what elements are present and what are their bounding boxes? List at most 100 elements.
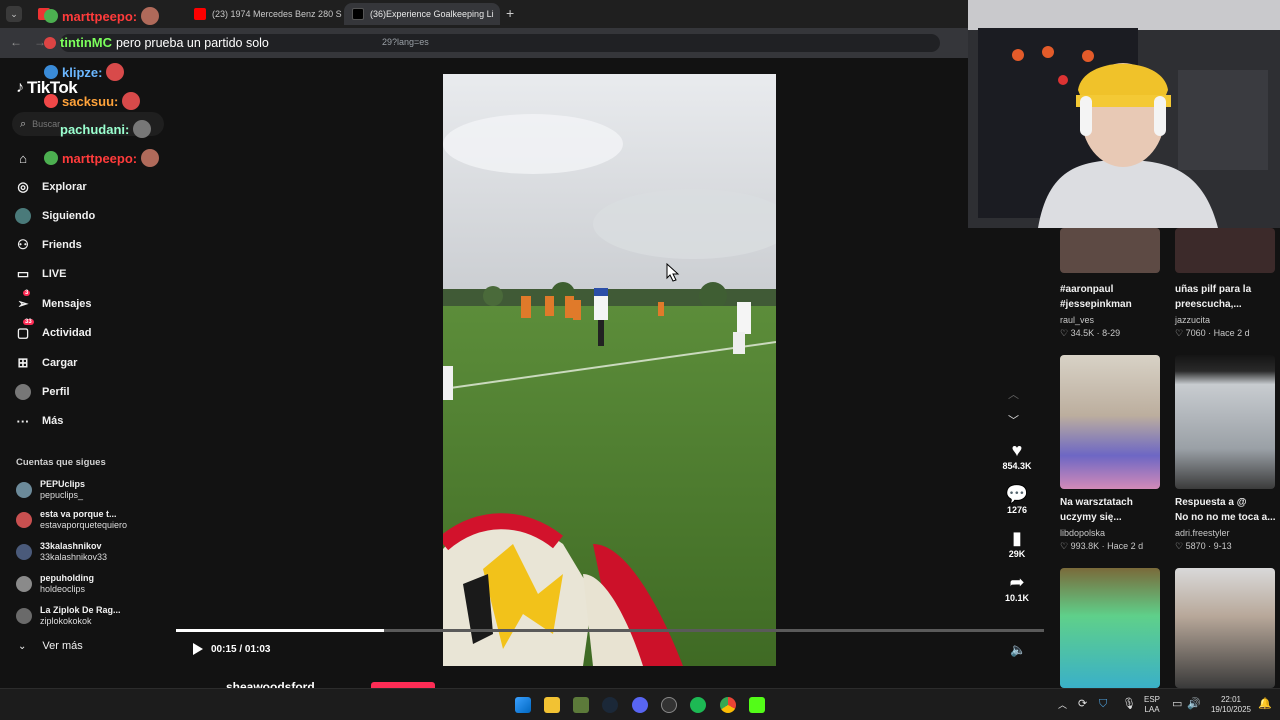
video-title[interactable]: Na warsztatach <box>1060 495 1133 510</box>
sidebar-item-perfil[interactable]: Perfil <box>14 383 70 401</box>
see-more-label: Ver más <box>42 640 83 652</box>
play-button[interactable] <box>191 642 205 656</box>
chat-message: sacksuu: <box>44 92 141 110</box>
video-meta: ♡ 5870 · 9-13 <box>1175 541 1232 551</box>
tiktok-note-icon: ♪ <box>16 79 24 96</box>
comment-icon: 💬 <box>1005 484 1029 504</box>
sidebar-item-actividad[interactable]: ▢ 33 Actividad <box>14 319 92 342</box>
chat-message: pachudani: <box>60 120 152 138</box>
video-author[interactable]: jazzucita <box>1175 315 1210 325</box>
sidebar-item-label: Mensajes <box>42 298 92 310</box>
video-title[interactable]: #aaronpaul <box>1060 282 1113 297</box>
account-name: pepuholding <box>40 573 94 583</box>
video-author[interactable]: raul_ves <box>1060 315 1094 325</box>
messages-badge: 3 <box>23 290 31 296</box>
like-button[interactable]: ♥ 854.3K <box>992 440 1042 471</box>
back-icon[interactable]: ← <box>10 35 22 49</box>
following-account[interactable]: esta va porque t... estavaporquetequiero <box>16 509 127 531</box>
microphone-icon[interactable]: 🎙 <box>1122 699 1136 710</box>
video-author[interactable]: adri.freestyler <box>1175 528 1230 538</box>
sidebar-item-live[interactable]: ▭ LIVE <box>14 265 67 283</box>
sidebar-item-mensajes[interactable]: ➢ 3 Mensajes <box>14 290 92 313</box>
tab-goalkeeping[interactable]: (36)Experience Goalkeeping Li ✕ <box>344 3 500 25</box>
sidebar-item-siguiendo[interactable]: Siguiendo <box>14 207 95 225</box>
sidebar-item-cargar[interactable]: ⊞ Cargar <box>14 354 78 372</box>
comment-button[interactable]: 💬 1276 <box>992 484 1042 515</box>
video-title[interactable]: uczymy się... <box>1060 510 1122 525</box>
chevron-up-icon[interactable]: ︿ <box>1058 700 1067 710</box>
following-account[interactable]: pepuholding holdeoclips <box>16 573 94 595</box>
avatar <box>16 544 32 560</box>
kick-icon[interactable] <box>749 697 765 713</box>
video-thumbnail[interactable] <box>1060 568 1160 688</box>
account-name: PEPUclips <box>40 479 86 489</box>
following-account[interactable]: 33kalashnikov 33kalashnikov33 <box>16 541 107 563</box>
defender-icon[interactable]: ⛉ <box>1099 699 1107 710</box>
chat-message: tintinMC pero prueba un partido solo <box>44 35 269 50</box>
play-icon <box>193 643 203 655</box>
windows-taskbar: ︿ ⟳ ⛉ 🎙 ESP LAA ▭ 🔊 22:01 19/10/2025 🔔 <box>0 688 1280 720</box>
account-name: La Ziplok De Rag... <box>40 605 121 615</box>
file-explorer-icon[interactable] <box>544 697 560 713</box>
avatar <box>16 512 32 528</box>
volume-button[interactable]: 🔈 <box>1010 642 1026 658</box>
tab-mercedes[interactable]: (23) 1974 Mercedes Benz 280 S ✕ <box>186 3 342 25</box>
prev-video-button[interactable]: ︿ <box>1008 386 1019 402</box>
search-placeholder: Buscar <box>32 119 61 129</box>
following-account[interactable]: PEPUclips pepuclips_ <box>16 479 85 501</box>
discord-icon[interactable] <box>632 697 648 713</box>
video-author[interactable]: libdopolska <box>1060 528 1105 538</box>
video-title[interactable]: No no no me toca a... <box>1175 510 1276 525</box>
video-thumbnail[interactable] <box>1060 228 1160 273</box>
post-date: 9-13 <box>1213 541 1232 551</box>
webcam-feed <box>968 0 1280 228</box>
next-video-button[interactable]: ﹀ <box>1008 412 1019 428</box>
video-thumbnail[interactable] <box>1175 355 1275 489</box>
tiktok-icon <box>352 8 364 20</box>
video-title[interactable]: uñas pilf para la <box>1175 282 1251 297</box>
video-thumbnail[interactable] <box>1175 568 1275 688</box>
new-tab-button[interactable]: + <box>506 5 514 21</box>
video-thumbnail[interactable] <box>1060 355 1160 489</box>
tab-list-button[interactable]: ⌄ <box>6 6 22 22</box>
like-count: 854.3K <box>1002 461 1032 471</box>
volume-icon[interactable]: 🔊 <box>1187 699 1201 710</box>
notification-icon[interactable]: 🔔 <box>1258 699 1272 710</box>
account-handle: holdeoclips <box>40 584 86 594</box>
video-title[interactable]: preescucha,... <box>1175 297 1242 312</box>
video-meta: ♡ 993.8K · Hace 2 d <box>1060 541 1144 551</box>
emote-icon <box>122 92 141 110</box>
time-display: 00:15 / 01:03 <box>211 644 271 655</box>
sync-icon[interactable]: ⟳ <box>1078 699 1087 710</box>
video-thumbnail[interactable] <box>1175 228 1275 273</box>
sidebar-item-mas[interactable]: ··· Más <box>14 412 64 430</box>
sidebar-item-home[interactable]: ⌂ <box>14 149 42 167</box>
minecraft-icon[interactable] <box>573 697 589 713</box>
chrome-icon[interactable] <box>720 697 736 713</box>
compass-icon: ◎ <box>17 179 29 194</box>
obs-icon[interactable] <box>661 697 677 713</box>
sidebar-item-explorar[interactable]: ◎ Explorar <box>14 178 86 196</box>
steam-icon[interactable] <box>602 697 618 713</box>
windows-start-icon[interactable] <box>515 697 531 713</box>
video-title[interactable]: #jessepinkman <box>1060 297 1132 312</box>
sidebar-item-label: LIVE <box>42 268 67 280</box>
save-button[interactable]: ▮ 29K <box>992 528 1042 559</box>
author-name[interactable]: sheawoodsford <box>226 680 315 688</box>
input-language[interactable]: ESP LAA <box>1144 695 1160 715</box>
bookmark-icon: ▮ <box>1012 528 1022 548</box>
following-account[interactable]: La Ziplok De Rag... ziplokokokok <box>16 605 121 627</box>
share-button[interactable]: ➦ 10.1K <box>992 572 1042 603</box>
account-name: 33kalashnikov <box>40 541 102 551</box>
spotify-icon[interactable] <box>690 697 706 713</box>
post-date: Hace 2 d <box>1107 541 1144 551</box>
video-player[interactable] <box>443 74 776 666</box>
video-title[interactable]: Respuesta a @ <box>1175 495 1246 510</box>
sidebar-item-friends[interactable]: ⚇ Friends <box>14 236 82 254</box>
recommended-grid: #aaronpaul #jessepinkman raul_ves ♡ 34.5… <box>1044 228 1280 688</box>
see-more-button[interactable]: ⌄ Ver más <box>18 640 83 652</box>
chevron-down-icon: ⌄ <box>18 640 27 652</box>
chat-username: marttpeepo: <box>62 150 138 166</box>
clock[interactable]: 22:01 19/10/2025 <box>1206 695 1256 715</box>
network-icon[interactable]: ▭ <box>1172 699 1182 710</box>
